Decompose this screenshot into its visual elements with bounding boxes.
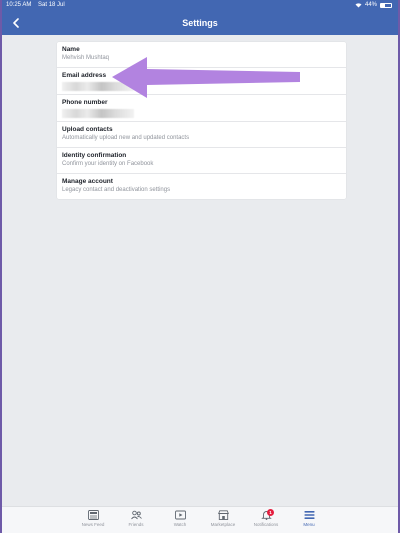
tab-friends[interactable]: Friends	[115, 510, 157, 532]
setting-title: Upload contacts	[62, 126, 113, 133]
setting-row-email[interactable]: Email address	[57, 68, 346, 95]
page-title: Settings	[182, 18, 218, 28]
nav-row: Settings	[2, 11, 398, 35]
setting-row-name[interactable]: Name Mehvish Mushtaq	[57, 42, 346, 68]
tab-label: News Feed	[81, 522, 105, 527]
header: 10:25 AM Sat 18 Jul 44% Settings	[2, 0, 398, 35]
friends-icon	[130, 510, 142, 520]
tab-marketplace[interactable]: Marketplace	[202, 510, 244, 532]
setting-title: Manage account	[62, 178, 113, 185]
setting-title: Identity confirmation	[62, 152, 127, 159]
setting-row-manage-account[interactable]: Manage account Legacy contact and deacti…	[57, 174, 346, 199]
menu-icon	[304, 511, 314, 519]
status-date: Sat 18 Jul	[38, 2, 65, 8]
tab-label: Watch	[173, 522, 187, 527]
setting-row-upload-contacts[interactable]: Upload contacts Automatically upload new…	[57, 122, 346, 148]
battery-fill	[381, 4, 386, 7]
redacted-phone	[62, 109, 134, 118]
tab-label: Marketplace	[210, 522, 236, 527]
back-button[interactable]	[6, 13, 26, 33]
tab-label: Friends	[128, 522, 144, 527]
app-frame: 10:25 AM Sat 18 Jul 44% Settings Name Me…	[2, 0, 398, 533]
battery-percent: 44%	[364, 2, 377, 8]
status-time: 10:25 AM	[6, 2, 32, 8]
setting-title: Name	[62, 46, 80, 53]
notification-badge: 1	[267, 509, 274, 516]
battery-icon	[380, 3, 392, 8]
tab-menu[interactable]: Menu	[288, 510, 330, 532]
tab-news-feed[interactable]: News Feed	[72, 510, 114, 532]
tab-label: Notifications	[253, 522, 279, 527]
setting-row-phone[interactable]: Phone number	[57, 95, 346, 122]
setting-description: Legacy contact and deactivation settings	[62, 187, 171, 193]
marketplace-icon	[217, 510, 229, 520]
setting-description: Automatically upload new and updated con…	[62, 135, 190, 141]
settings-card: Name Mehvish Mushtaq Email address Phone…	[57, 42, 346, 199]
setting-value: Mehvish Mushtaq	[62, 55, 110, 61]
bottom-tab-bar: News Feed Friends Watch Marketplace 1 No…	[2, 506, 398, 533]
wifi-icon	[355, 3, 362, 8]
chevron-left-icon	[13, 18, 19, 28]
setting-title: Email address	[62, 72, 107, 79]
setting-row-identity[interactable]: Identity confirmation Confirm your ident…	[57, 148, 346, 174]
setting-title: Phone number	[62, 99, 108, 106]
tab-watch[interactable]: Watch	[159, 510, 201, 532]
status-bar: 10:25 AM Sat 18 Jul 44%	[2, 0, 398, 11]
redacted-email	[62, 82, 134, 91]
watch-icon	[174, 510, 186, 520]
news-feed-icon	[87, 510, 99, 520]
tab-label: Menu	[303, 522, 315, 527]
tab-notifications[interactable]: 1 Notifications	[245, 509, 287, 532]
setting-description: Confirm your identity on Facebook	[62, 161, 154, 167]
